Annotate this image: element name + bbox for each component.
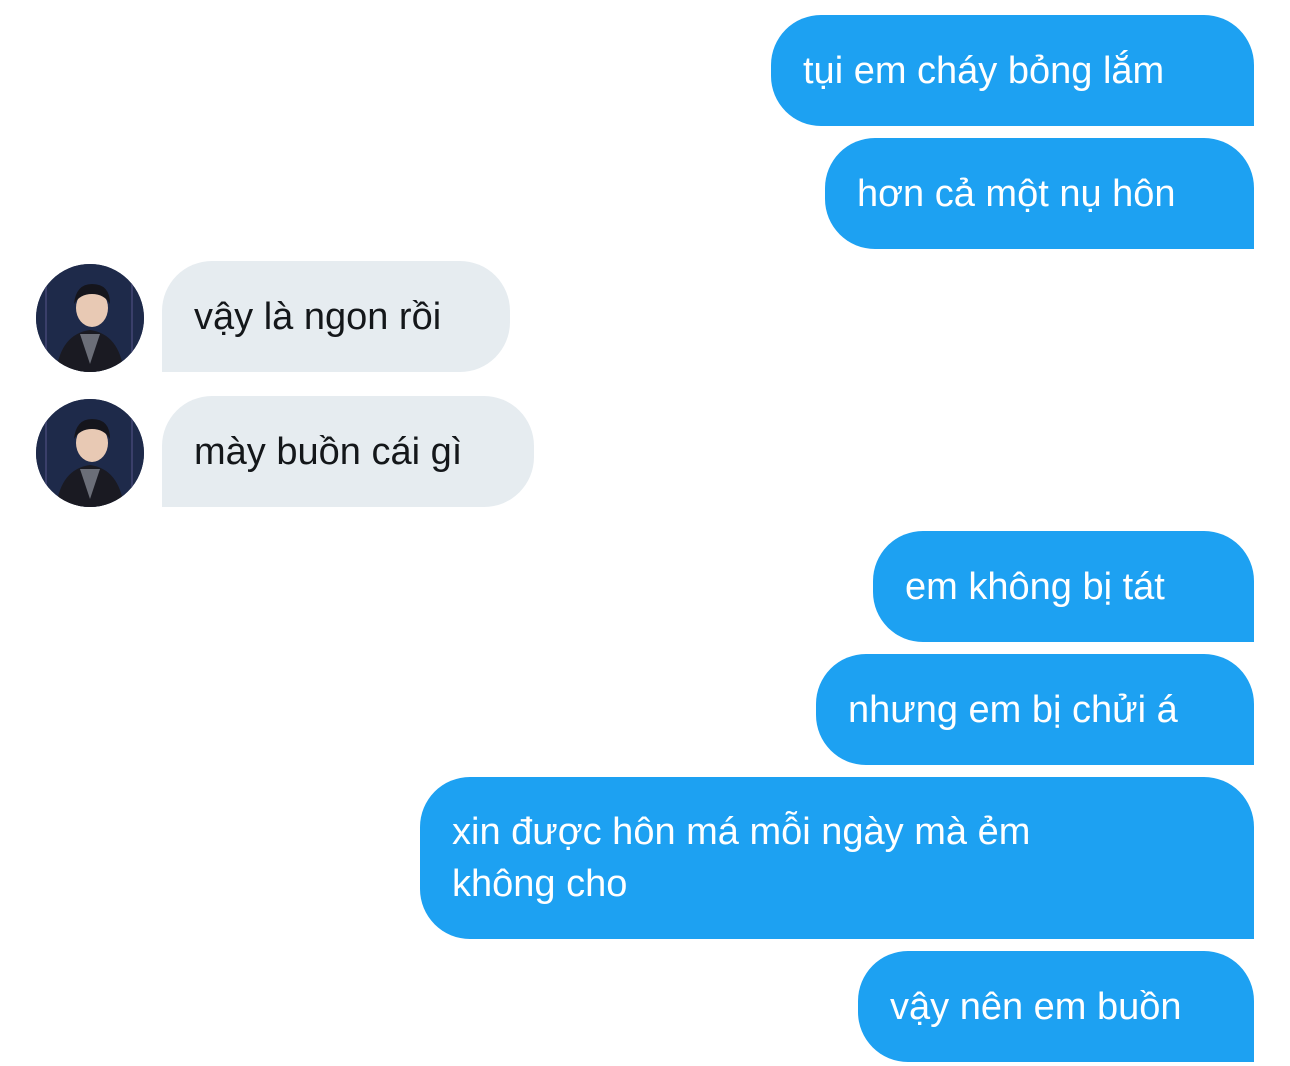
message-text: hơn cả một nụ hôn [857, 172, 1176, 215]
message-text: vậy là ngon rồi [194, 295, 442, 338]
outgoing-message[interactable]: em không bị tát [873, 531, 1254, 642]
incoming-message[interactable]: mày buồn cái gì [162, 396, 534, 507]
incoming-message[interactable]: vậy là ngon rồi [162, 261, 510, 372]
message-text: nhưng em bị chửi á [848, 688, 1178, 731]
message-text: tụi em cháy bỏng lắm [803, 49, 1165, 92]
user-avatar-icon[interactable] [36, 264, 144, 372]
outgoing-message[interactable]: tụi em cháy bỏng lắm [771, 15, 1254, 126]
message-text: mày buồn cái gì [194, 430, 463, 473]
outgoing-message[interactable]: hơn cả một nụ hôn [825, 138, 1254, 249]
outgoing-message[interactable]: nhưng em bị chửi á [816, 654, 1254, 765]
user-avatar-icon[interactable] [36, 399, 144, 507]
message-text: em không bị tát [905, 565, 1165, 608]
message-text: xin được hôn má mỗi ngày mà ẻm không cho [452, 811, 1031, 905]
outgoing-message[interactable]: xin được hôn má mỗi ngày mà ẻm không cho [420, 777, 1254, 939]
message-text: vậy nên em buồn [890, 985, 1182, 1028]
outgoing-message[interactable]: vậy nên em buồn [858, 951, 1254, 1062]
